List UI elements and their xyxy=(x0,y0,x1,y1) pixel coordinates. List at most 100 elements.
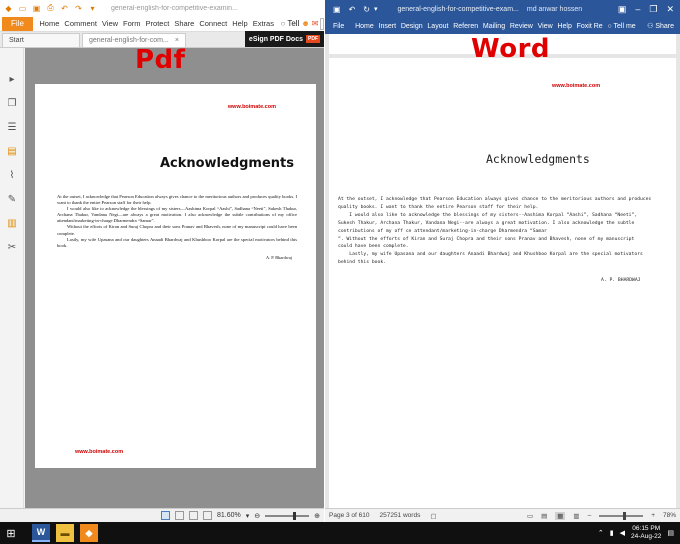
taskbar: ⊞ W ▬ ◆ ⌃ ▮ ◀ 06:15 PM 24-Aug-22 ▤ xyxy=(0,522,680,544)
continuous-view-button[interactable] xyxy=(174,511,184,520)
signature-icon[interactable]: ✎ xyxy=(6,194,18,206)
esign-button[interactable]: eSign PDF Docs PDF xyxy=(244,31,324,47)
zoom-out-icon[interactable]: ⊖ xyxy=(254,512,260,520)
lightbulb-icon: ○ xyxy=(280,19,286,28)
close-icon[interactable]: ✕ xyxy=(666,4,674,15)
undo-icon[interactable]: ↶ xyxy=(349,5,356,14)
word-document-view[interactable]: www.boimate.com Acknowledgments At the o… xyxy=(325,34,680,508)
word-tell-label: Tell me xyxy=(613,22,636,30)
pdf-find-input[interactable]: Find xyxy=(320,17,324,30)
print-layout-icon[interactable]: ▦ xyxy=(555,511,566,520)
pdf-reader-window: ◆ ▭ ▣ ⎙ ↶ ↷ ▾ general-english-for-compet… xyxy=(0,0,324,522)
file-explorer-icon[interactable]: ▬ xyxy=(56,524,74,542)
save-icon[interactable]: ▣ xyxy=(31,3,42,14)
bookmark-icon[interactable]: ▸ xyxy=(6,74,18,86)
pdf-tab-extras[interactable]: Extras xyxy=(250,19,276,28)
tools-icon[interactable]: ✂ xyxy=(6,242,18,254)
word-tab-design[interactable]: Design xyxy=(398,23,425,30)
windows-start-icon[interactable]: ⊞ xyxy=(0,522,22,544)
pdf-signature: A. P. Bhardwaj xyxy=(265,255,292,260)
zoom-in-icon[interactable]: + xyxy=(651,512,655,519)
pdf-zoom-slider[interactable] xyxy=(265,511,310,520)
open-icon[interactable]: ▭ xyxy=(17,3,28,14)
facing-continuous-button[interactable] xyxy=(202,511,212,520)
notification-icon[interactable]: ▤ xyxy=(667,529,674,537)
zoom-dropdown-icon[interactable]: ▾ xyxy=(246,512,250,520)
word-taskbar-icon[interactable]: W xyxy=(32,524,50,542)
undo-icon[interactable]: ↶ xyxy=(59,3,70,14)
word-tab-foxit[interactable]: Foxit Re xyxy=(574,23,605,30)
redo-icon[interactable]: ↻ xyxy=(363,5,370,14)
proofing-icon[interactable]: ▢ xyxy=(430,512,436,520)
word-line: ”. Without the efforts of Kiran and Sura… xyxy=(338,236,635,242)
word-line: contributions of my off ce attendant/mar… xyxy=(338,228,547,234)
word-tab-home[interactable]: Home xyxy=(353,23,376,30)
word-url: www.boimate.com xyxy=(552,83,601,89)
zoom-out-icon[interactable]: – xyxy=(588,512,592,519)
tab-close-icon[interactable]: × xyxy=(175,37,179,44)
print-icon[interactable]: ⎙ xyxy=(45,3,56,14)
word-tab-layout[interactable]: Layout xyxy=(425,23,451,30)
feedback-icon[interactable]: ✉ xyxy=(312,19,319,28)
word-share-button[interactable]: ⚇ Share xyxy=(645,22,680,30)
word-zoom-value[interactable]: 78% xyxy=(663,512,680,519)
maximize-icon[interactable]: ❐ xyxy=(649,4,657,15)
volume-icon[interactable]: ◀ xyxy=(620,529,625,537)
customize-icon[interactable]: ▾ xyxy=(87,3,98,14)
pdf-tab-view[interactable]: View xyxy=(99,19,120,28)
tray-chevron-icon[interactable]: ⌃ xyxy=(598,529,604,537)
word-line: behind this book. xyxy=(338,260,386,266)
foxit-taskbar-icon[interactable]: ◆ xyxy=(80,524,98,542)
focus-mode-icon[interactable]: ▭ xyxy=(527,512,533,520)
pdf-tab-home[interactable]: Home xyxy=(37,19,62,28)
facing-view-button[interactable] xyxy=(188,511,198,520)
layers-icon[interactable]: ☰ xyxy=(6,122,18,134)
save-icon[interactable]: ▣ xyxy=(333,5,341,14)
attachment-icon[interactable]: ⌇ xyxy=(6,170,18,182)
word-tell-me[interactable]: ○ Tell me xyxy=(605,23,638,30)
tab-start[interactable]: Start xyxy=(2,33,80,47)
network-icon[interactable]: ▮ xyxy=(610,529,614,537)
pdf-overlay-label: Pdf xyxy=(135,45,186,75)
pdf-body-text: At the outset, I acknowledge that Pearso… xyxy=(57,194,297,249)
word-page-count[interactable]: Page 3 of 610 xyxy=(329,512,369,519)
pdf-tab-help[interactable]: Help xyxy=(230,19,250,28)
ribbon-display-icon[interactable]: ▣ xyxy=(618,4,627,15)
word-tab-insert[interactable]: Insert xyxy=(376,23,398,30)
word-body-text[interactable]: At the outset, I acknowledge that Pearso… xyxy=(338,196,670,267)
minimize-icon[interactable]: – xyxy=(635,4,640,15)
word-tab-file[interactable]: File xyxy=(325,23,347,30)
pdf-tab-form[interactable]: Form xyxy=(121,19,144,28)
web-layout-icon[interactable]: ▥ xyxy=(573,512,579,520)
pdf-tab-share[interactable]: Share xyxy=(172,19,197,28)
smiley-icon[interactable]: ☻ xyxy=(301,19,309,28)
pdf-tab-protect[interactable]: Protect xyxy=(143,19,172,28)
zoom-slider-knob[interactable] xyxy=(623,511,627,520)
clock[interactable]: 06:15 PM 24-Aug-22 xyxy=(631,525,661,541)
word-tab-help[interactable]: Help xyxy=(555,23,574,30)
word-zoom-slider[interactable] xyxy=(599,511,644,520)
pdf-tell-me[interactable]: ○ Tell ☻ ✉ xyxy=(280,19,318,28)
pages-icon[interactable]: ❐ xyxy=(6,98,18,110)
customize-icon[interactable]: ▾ xyxy=(374,5,378,13)
pdf-tab-comment[interactable]: Comment xyxy=(62,19,100,28)
pdf-url-top: www.boimate.com xyxy=(227,104,276,110)
security-icon[interactable]: ▥ xyxy=(6,218,18,230)
word-tab-view[interactable]: View xyxy=(535,23,555,30)
single-page-view-button[interactable] xyxy=(160,511,170,520)
pdf-tab-connect[interactable]: Connect xyxy=(197,19,230,28)
word-word-count[interactable]: 257251 words xyxy=(379,512,420,519)
pdf-file-button[interactable]: File xyxy=(2,16,33,31)
zoom-slider-knob[interactable] xyxy=(293,511,297,520)
word-user-name[interactable]: md anwar hossen xyxy=(527,6,582,13)
word-tab-mailings[interactable]: Mailing xyxy=(481,23,508,30)
pdf-zoom-value[interactable]: 81.60% xyxy=(217,512,241,519)
zoom-in-icon[interactable]: ⊕ xyxy=(314,512,320,520)
word-tab-references[interactable]: Referen xyxy=(451,23,481,30)
word-tab-review[interactable]: Review xyxy=(507,23,535,30)
comments-icon[interactable]: ▤ xyxy=(6,146,18,158)
esign-label: eSign PDF Docs xyxy=(248,35,303,43)
redo-icon[interactable]: ↷ xyxy=(73,3,84,14)
pdf-document-view[interactable]: Pdf www.boimate.com Acknowledgments At t… xyxy=(25,45,324,508)
read-mode-icon[interactable]: ▤ xyxy=(541,512,547,520)
